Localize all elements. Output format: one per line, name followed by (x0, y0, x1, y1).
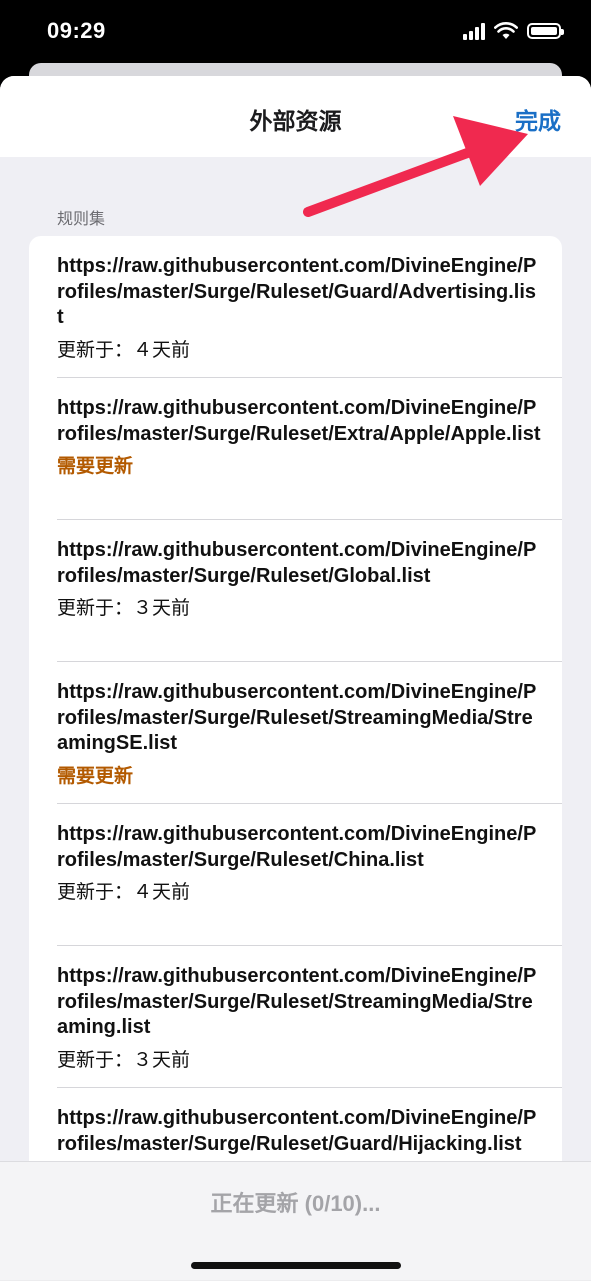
update-progress-label: 正在更新 (0/10)... (210, 1191, 381, 1216)
navigation-bar: 外部资源 完成 (0, 76, 591, 157)
ruleset-list: https://raw.githubusercontent.com/Divine… (29, 236, 562, 1236)
ruleset-status: 更新于：３天前 (57, 1049, 191, 1071)
done-button[interactable]: 完成 (515, 102, 561, 136)
section-header-rulesets: 规则集 (57, 211, 106, 228)
list-item[interactable]: https://raw.githubusercontent.com/Divine… (29, 804, 562, 946)
ruleset-url: https://raw.githubusercontent.com/Divine… (57, 965, 537, 1038)
external-resources-sheet: 外部资源 完成 规则集 https://raw.githubuserconten… (0, 76, 591, 1280)
ruleset-status: 更新于：３天前 (57, 598, 191, 619)
ruleset-url: https://raw.githubusercontent.com/Divine… (57, 1107, 537, 1155)
ruleset-url: https://raw.githubusercontent.com/Divine… (57, 823, 537, 871)
list-item[interactable]: https://raw.githubusercontent.com/Divine… (29, 946, 562, 1088)
ruleset-url: https://raw.githubusercontent.com/Divine… (57, 539, 537, 587)
battery-icon (527, 23, 564, 39)
ruleset-url: https://raw.githubusercontent.com/Divine… (57, 681, 537, 754)
ruleset-status: 需要更新 (57, 765, 134, 787)
status-icons (463, 22, 564, 40)
status-bar: 09:29 (0, 0, 591, 64)
list-item[interactable]: https://raw.githubusercontent.com/Divine… (29, 662, 562, 804)
wifi-icon (494, 22, 518, 39)
list-item[interactable]: https://raw.githubusercontent.com/Divine… (29, 378, 562, 520)
cellular-signal-icon (463, 22, 485, 40)
ruleset-status: 更新于：４天前 (57, 882, 191, 903)
ruleset-url: https://raw.githubusercontent.com/Divine… (57, 255, 537, 328)
list-item[interactable]: https://raw.githubusercontent.com/Divine… (29, 236, 562, 378)
list-item[interactable]: https://raw.githubusercontent.com/Divine… (29, 520, 562, 662)
status-time: 09:29 (47, 18, 106, 43)
ruleset-status: 需要更新 (57, 456, 134, 477)
home-indicator[interactable] (191, 1262, 401, 1269)
page-title: 外部资源 (249, 108, 342, 134)
ruleset-status: 更新于：４天前 (57, 339, 191, 361)
ruleset-url: https://raw.githubusercontent.com/Divine… (57, 397, 541, 445)
